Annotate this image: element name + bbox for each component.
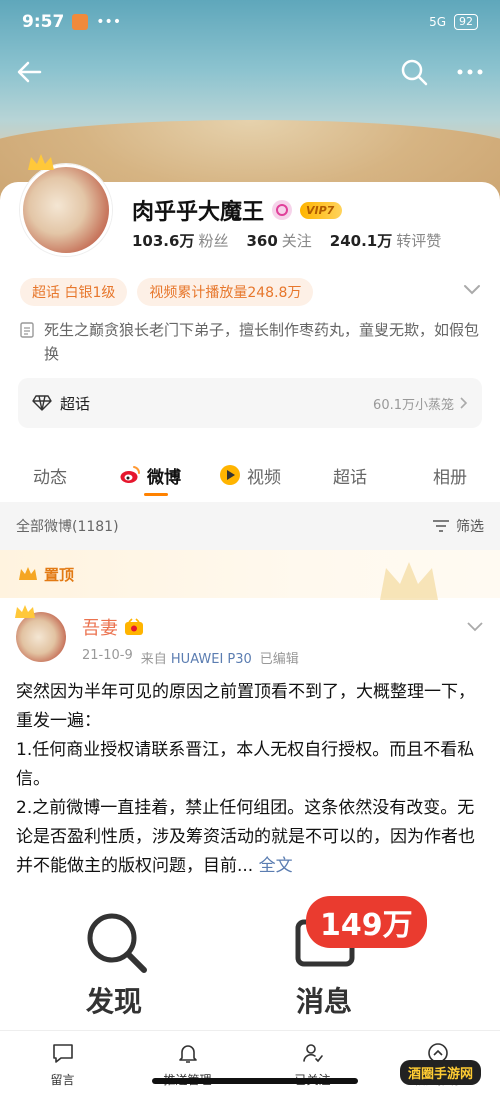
status-dots: ••• <box>96 14 122 30</box>
comment-button[interactable]: 留言 <box>0 1031 125 1111</box>
comment-icon <box>52 1044 73 1063</box>
discover-label[interactable]: 发现 <box>86 980 142 1020</box>
more-icon[interactable] <box>452 56 488 88</box>
post-menu-chevron-icon[interactable] <box>466 620 484 634</box>
filter-button[interactable]: 筛选 <box>432 516 484 536</box>
post-body[interactable]: 突然因为半年可见的原因之前置顶看不到了，大概整理一下，重发一遍： 1.任何商业授… <box>16 678 486 881</box>
home-indicator <box>152 1078 358 1084</box>
likes-stat[interactable]: 240.1万 转评赞 <box>330 230 441 251</box>
followed-button[interactable]: 已关注 <box>250 1031 375 1111</box>
following-stat[interactable]: 360 关注 <box>246 230 311 251</box>
profile-tabs: 动态 微博 视频 超话 相册 <box>0 448 500 502</box>
decorative-crown-icon <box>380 562 438 600</box>
likes-label: 转评赞 <box>396 232 442 250</box>
post-source[interactable]: HUAWEI P30 <box>171 652 252 667</box>
full-text-link[interactable]: 全文 <box>259 856 293 876</box>
post-edited[interactable]: 已编辑 <box>260 648 299 667</box>
chevron-down-icon[interactable] <box>462 282 482 298</box>
tab-album-label: 相册 <box>433 467 467 488</box>
crown-icon <box>28 154 54 170</box>
author-crown-icon <box>15 605 35 618</box>
pinned-label: 置顶 <box>44 565 75 584</box>
profile-stats: 103.6万 粉丝 360 关注 240.1万 转评赞 <box>132 230 441 251</box>
message-count-badge: 149万 <box>306 896 427 948</box>
diamond-icon <box>32 395 52 411</box>
profile-name-row: 肉乎乎大魔王 VIP7 <box>132 194 343 226</box>
avatar[interactable] <box>20 164 112 256</box>
watermark: 酒圈手游网 <box>390 1052 496 1106</box>
post-meta: 21-10-9 来自 HUAWEI P30 已编辑 <box>82 648 299 667</box>
weibo-filter-bar: 全部微博(1181) 筛选 <box>0 502 500 550</box>
tab-video[interactable]: 视频 <box>200 448 300 502</box>
top-nav <box>0 52 500 92</box>
profile-tags: 超话 白银1级 视频累计播放量248.8万 <box>20 278 314 306</box>
chaohua-level-tag[interactable]: 超话 白银1级 <box>20 278 128 306</box>
discover-search-icon[interactable] <box>82 908 152 978</box>
chaohua-label: 超话 <box>60 394 91 413</box>
verified-badge-icon[interactable] <box>272 200 293 220</box>
status-time: 9:57 <box>22 12 65 32</box>
back-arrow-icon[interactable] <box>14 56 46 88</box>
network-label: 5G <box>429 15 446 29</box>
chaohua-value-wrap: 60.1万小蒸笼 <box>373 394 468 413</box>
profile-name: 肉乎乎大魔王 <box>132 200 265 225</box>
watermark-brand: 酒圈手游网 <box>400 1060 482 1085</box>
video-icon <box>220 465 240 485</box>
bell-icon <box>178 1045 197 1063</box>
followers-label: 粉丝 <box>198 232 229 250</box>
likes-count: 240.1万 <box>329 232 393 250</box>
post-author[interactable]: 吾妻 <box>82 614 144 640</box>
filter-icon <box>433 520 449 532</box>
following-count: 360 <box>246 232 278 250</box>
messages-label[interactable]: 消息 <box>296 980 352 1020</box>
weibo-logo-icon <box>120 466 141 483</box>
vip-badge[interactable]: VIP7 <box>300 201 343 219</box>
pin-crown-icon <box>19 567 37 580</box>
tab-video-label: 视频 <box>247 467 281 488</box>
user-check-icon <box>302 1044 323 1063</box>
notification-icon <box>72 14 89 30</box>
status-bar: 9:57 ••• 5G 92 <box>0 0 500 44</box>
tab-dongtai-label: 动态 <box>33 467 67 488</box>
following-label: 关注 <box>281 232 312 250</box>
followers-count: 103.6万 <box>132 232 195 250</box>
profile-bio: 死生之巅贪狼长老门下弟子，擅长制作枣药丸，童叟无欺，如假包换 <box>20 318 480 366</box>
filter-label: 筛选 <box>456 519 484 535</box>
bio-text: 死生之巅贪狼长老门下弟子，擅长制作枣药丸，童叟无欺，如假包换 <box>44 321 480 363</box>
document-icon <box>20 322 34 338</box>
post-from: 来自 <box>140 652 167 667</box>
weibo-count: 全部微博(1181) <box>16 519 119 535</box>
tab-album[interactable]: 相册 <box>400 448 500 502</box>
tab-weibo-label: 微博 <box>147 467 181 488</box>
comment-label: 留言 <box>50 1073 75 1087</box>
tab-chaohua[interactable]: 超话 <box>300 448 400 502</box>
chevron-right-icon <box>460 397 468 409</box>
tab-chaohua-label: 超话 <box>333 467 367 488</box>
battery-icon: 92 <box>454 14 478 30</box>
push-settings-button[interactable]: 推送管理 <box>125 1031 250 1111</box>
tab-dongtai[interactable]: 动态 <box>0 448 100 502</box>
tab-weibo[interactable]: 微博 <box>100 448 200 502</box>
post-date: 21-10-9 <box>82 648 133 663</box>
post-text: 突然因为半年可见的原因之前置顶看不到了，大概整理一下，重发一遍： 1.任何商业授… <box>16 682 475 876</box>
post-author-name: 吾妻 <box>82 618 118 639</box>
search-icon[interactable] <box>398 56 430 88</box>
pinned-header: 置顶 <box>0 550 500 600</box>
fan-badge-icon <box>125 618 143 635</box>
video-plays-tag[interactable]: 视频累计播放量248.8万 <box>137 278 314 306</box>
followers-stat[interactable]: 103.6万 粉丝 <box>132 230 228 251</box>
chaohua-value: 60.1万小蒸笼 <box>373 397 454 413</box>
overlay-panel: 发现 消息 149万 <box>16 888 484 1028</box>
chaohua-entry[interactable]: 超话 60.1万小蒸笼 <box>18 378 482 428</box>
